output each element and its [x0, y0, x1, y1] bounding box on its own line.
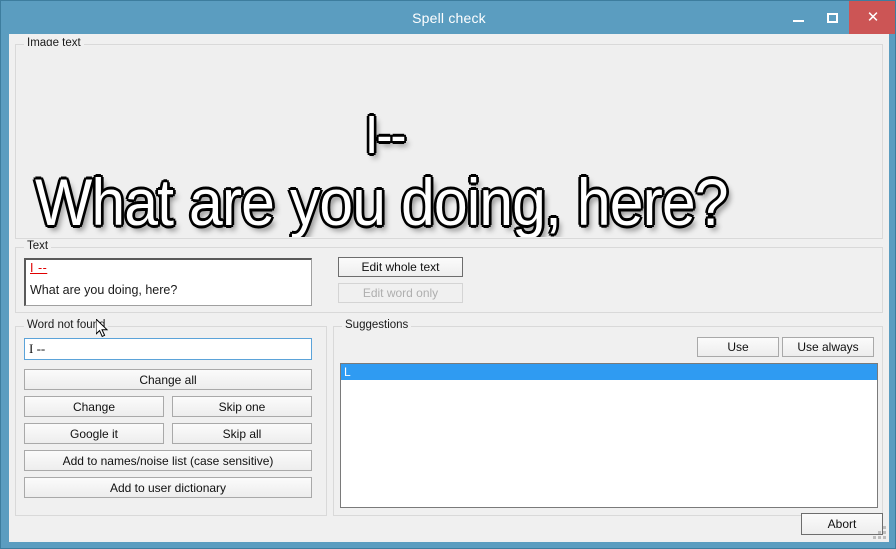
minimize-button[interactable] [781, 1, 815, 34]
image-text-line-1: I-- [365, 105, 406, 165]
edit-word-only-button: Edit word only [338, 283, 463, 303]
edit-whole-text-button[interactable]: Edit whole text [338, 257, 463, 277]
add-to-names-noise-list-button[interactable]: Add to names/noise list (case sensitive) [24, 450, 312, 471]
close-icon: ✕ [866, 9, 880, 26]
use-button[interactable]: Use [697, 337, 779, 357]
spell-check-window: Spell check ✕ Image text I-- What are yo… [0, 0, 896, 549]
misspelled-word-highlight: I -- [30, 261, 48, 275]
close-button[interactable]: ✕ [849, 1, 895, 34]
word-not-found-input[interactable] [24, 338, 312, 360]
resize-grip-icon[interactable] [873, 526, 886, 539]
dialog-client-area: Image text I-- What are you doing, here?… [9, 34, 889, 542]
maximize-icon [826, 12, 838, 23]
abort-button[interactable]: Abort [801, 513, 883, 535]
image-text-line-2: What are you doing, here? [35, 165, 729, 237]
text-group-label: Text [24, 240, 52, 252]
text-preview-box[interactable]: I -- What are you doing, here? [24, 258, 312, 306]
skip-all-button[interactable]: Skip all [172, 423, 312, 444]
use-always-button[interactable]: Use always [782, 337, 874, 357]
word-not-found-group: Word not found Change all Change Skip on… [15, 319, 327, 516]
minimize-icon [792, 19, 804, 22]
title-bar: Spell check ✕ [1, 1, 895, 34]
suggestions-group-label: Suggestions [342, 319, 412, 331]
change-all-button[interactable]: Change all [24, 369, 312, 390]
skip-one-button[interactable]: Skip one [172, 396, 312, 417]
caption-button-group: ✕ [781, 1, 895, 34]
maximize-button[interactable] [815, 1, 849, 34]
image-text-canvas: I-- What are you doing, here? [17, 46, 881, 237]
google-it-button[interactable]: Google it [24, 423, 164, 444]
suggestions-list[interactable]: L [340, 363, 878, 508]
suggestions-group: Suggestions Use Use always L [333, 319, 883, 516]
text-group: Text I -- What are you doing, here? Edit… [15, 240, 883, 313]
image-text-group: Image text I-- What are you doing, here? [15, 37, 883, 239]
window-title: Spell check [412, 9, 486, 26]
text-preview-sentence: What are you doing, here? [30, 283, 178, 297]
suggestion-item[interactable]: L [341, 364, 877, 380]
word-not-found-group-label: Word not found [24, 319, 109, 331]
change-button[interactable]: Change [24, 396, 164, 417]
add-to-user-dictionary-button[interactable]: Add to user dictionary [24, 477, 312, 498]
